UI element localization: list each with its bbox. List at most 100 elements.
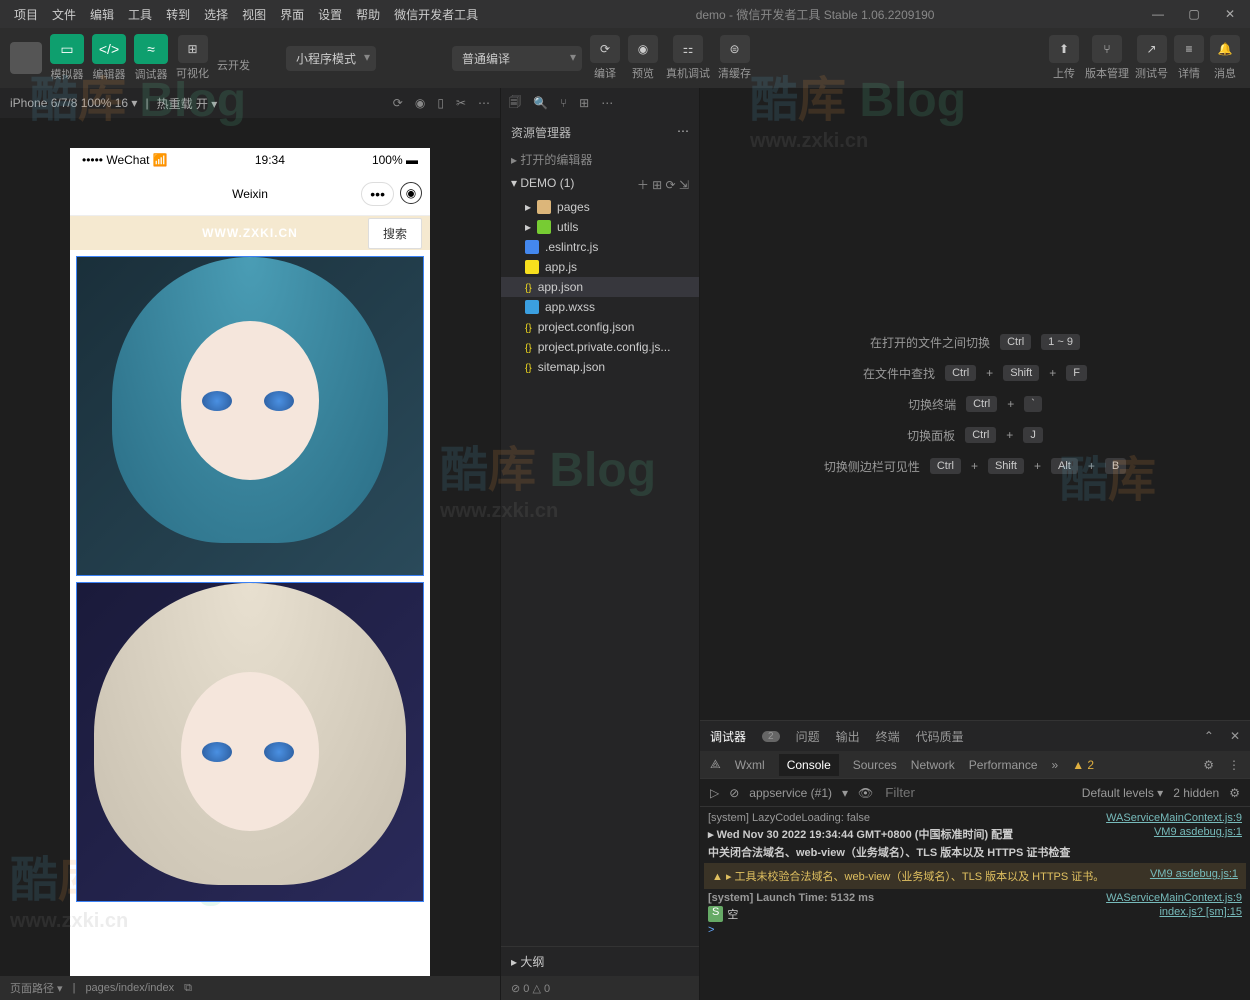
filter-input[interactable]	[883, 783, 1072, 802]
tab-terminal[interactable]: 终端	[876, 728, 900, 745]
compile-button[interactable]: ⟳	[590, 35, 620, 63]
menu-item[interactable]: 编辑	[84, 3, 120, 26]
capsule-close-icon[interactable]: ◉	[400, 182, 422, 204]
copy-icon[interactable]: ⧉	[184, 982, 192, 995]
preview-button[interactable]: ◉	[628, 35, 658, 63]
compile-select[interactable]: 普通编译	[452, 46, 582, 71]
file-appjson[interactable]: app.json	[501, 277, 699, 297]
battery: 100%	[372, 153, 403, 167]
search-button[interactable]: 搜索	[368, 218, 422, 249]
more-tabs-icon[interactable]: »	[1052, 758, 1059, 772]
menu-item[interactable]: 文件	[46, 3, 82, 26]
simulator-pane: iPhone 6/7/8 100% 16 ▾ | 热重载 开 ▾ ⟳ ◉ ▯ ✂…	[0, 88, 500, 1000]
chevron-up-icon[interactable]: ⌃	[1204, 729, 1214, 743]
file-appwxss[interactable]: app.wxss	[501, 297, 699, 317]
tab-quality[interactable]: 代码质量	[916, 728, 964, 745]
play-icon[interactable]: ▷	[710, 786, 719, 800]
menu-item[interactable]: 设置	[312, 3, 348, 26]
folder-utils[interactable]: ▸ utils	[501, 217, 699, 237]
close-panel-icon[interactable]: ✕	[1230, 729, 1240, 743]
tab-network[interactable]: Network	[911, 758, 955, 772]
hot-reload-toggle[interactable]: 热重载 开 ▾	[157, 95, 218, 112]
more-icon[interactable]: ⋯	[601, 96, 613, 110]
inspect-icon[interactable]: ⟁	[710, 757, 721, 772]
console-output[interactable]: [system] LazyCodeLoading: falseWAService…	[700, 807, 1250, 1000]
kebab-icon[interactable]: ⋮	[1228, 758, 1240, 772]
label: 上传	[1053, 65, 1075, 81]
file-eslintrc[interactable]: .eslintrc.js	[501, 237, 699, 257]
tab-wxml[interactable]: Wxml	[735, 758, 765, 772]
label: 预览	[632, 65, 654, 81]
menu-item[interactable]: 界面	[274, 3, 310, 26]
explorer-icon[interactable]: 🗐	[509, 93, 521, 114]
git-icon[interactable]: ⑂	[560, 96, 567, 110]
editor-button[interactable]: </>	[92, 34, 126, 64]
menu-item[interactable]: 工具	[122, 3, 158, 26]
minimize-icon[interactable]: —	[1146, 2, 1170, 26]
file-projectconfig[interactable]: project.config.json	[501, 317, 699, 337]
window-title: demo - 微信开发者工具 Stable 1.06.2209190	[484, 6, 1146, 23]
simulator-button[interactable]: ▭	[50, 34, 84, 64]
hidden-count[interactable]: 2 hidden	[1173, 786, 1219, 800]
test-button[interactable]: ↗	[1137, 35, 1167, 63]
remote-debug-button[interactable]: ⚏	[673, 35, 703, 63]
search-icon[interactable]: 🔍	[533, 96, 548, 110]
more-icon[interactable]: ⋯	[478, 96, 490, 110]
context-select[interactable]: appservice (#1)	[749, 786, 832, 800]
file-appjs[interactable]: app.js	[501, 257, 699, 277]
detail-button[interactable]: ≡	[1174, 35, 1204, 63]
version-button[interactable]: ⑂	[1092, 35, 1122, 63]
menu-item[interactable]: 选择	[198, 3, 234, 26]
opened-editors[interactable]: ▸ 打开的编辑器	[501, 147, 699, 172]
editor-pane: 在打开的文件之间切换Ctrl1 ~ 9 在文件中查找Ctrl+Shift+F 切…	[700, 88, 1250, 1000]
title-bar: 项目 文件 编辑 工具 转到 选择 视图 界面 设置 帮助 微信开发者工具 de…	[0, 0, 1250, 28]
folder-pages[interactable]: ▸ pages	[501, 197, 699, 217]
file-privateconfig[interactable]: project.private.config.js...	[501, 337, 699, 357]
extensions-icon[interactable]: ⊞	[579, 96, 589, 110]
explorer-more-icon[interactable]: ⋯	[677, 124, 689, 141]
gear-icon[interactable]: ⚙	[1229, 786, 1240, 800]
avatar[interactable]	[10, 42, 42, 74]
explorer-title: 资源管理器	[511, 124, 571, 141]
menu-item[interactable]: 转到	[160, 3, 196, 26]
tab-output[interactable]: 输出	[836, 728, 860, 745]
clear-cache-button[interactable]: ⊜	[720, 35, 750, 63]
image-result[interactable]	[76, 256, 424, 576]
clear-icon[interactable]: ⊘	[729, 786, 739, 800]
settings-icon[interactable]: ⚙	[1203, 758, 1214, 772]
device-select[interactable]: iPhone 6/7/8 100% 16 ▾	[10, 96, 137, 110]
close-icon[interactable]: ✕	[1218, 2, 1242, 26]
tab-sources[interactable]: Sources	[853, 758, 897, 772]
tab-performance[interactable]: Performance	[969, 758, 1038, 772]
phone-simulator[interactable]: ••••• WeChat 📶19:34100% ▬ Weixin •••◉ WW…	[70, 148, 430, 976]
refresh-icon[interactable]: ⟳	[393, 96, 403, 110]
problems-status[interactable]: ⊘ 0 △ 0	[511, 982, 550, 995]
levels-select[interactable]: Default levels ▾	[1082, 786, 1163, 800]
console-prompt[interactable]: >	[708, 924, 714, 936]
outline-section[interactable]: ▸ 大纲	[501, 946, 699, 976]
cut-icon[interactable]: ✂	[456, 96, 466, 110]
debugger-button[interactable]: ≈	[134, 34, 168, 64]
record-icon[interactable]: ◉	[415, 96, 425, 110]
menu-item[interactable]: 视图	[236, 3, 272, 26]
device-icon[interactable]: ▯	[437, 96, 444, 110]
upload-button[interactable]: ⬆	[1049, 35, 1079, 63]
eye-icon[interactable]: 👁	[858, 786, 873, 800]
tab-problems[interactable]: 问题	[796, 728, 820, 745]
capsule-menu-icon[interactable]: •••	[361, 182, 394, 206]
menu-item[interactable]: 帮助	[350, 3, 386, 26]
file-sitemap[interactable]: sitemap.json	[501, 357, 699, 377]
shortcut-label: 在文件中查找	[863, 365, 935, 382]
page-path-label[interactable]: 页面路径 ▾	[10, 980, 63, 996]
message-button[interactable]: 🔔	[1210, 35, 1240, 63]
project-root[interactable]: ▾ DEMO (1) ＋ ⊞ ⟳ ⇲	[501, 172, 699, 197]
tab-debugger[interactable]: 调试器	[710, 728, 746, 745]
tab-console[interactable]: Console	[779, 754, 839, 776]
maximize-icon[interactable]: ▢	[1182, 2, 1206, 26]
menu-item[interactable]: 微信开发者工具	[388, 3, 484, 26]
cloud-dev[interactable]: 云开发	[217, 57, 250, 73]
visual-button[interactable]: ⊞	[178, 35, 208, 63]
mode-select[interactable]: 小程序模式	[286, 46, 376, 71]
menu-item[interactable]: 项目	[8, 3, 44, 26]
image-result[interactable]	[76, 582, 424, 902]
